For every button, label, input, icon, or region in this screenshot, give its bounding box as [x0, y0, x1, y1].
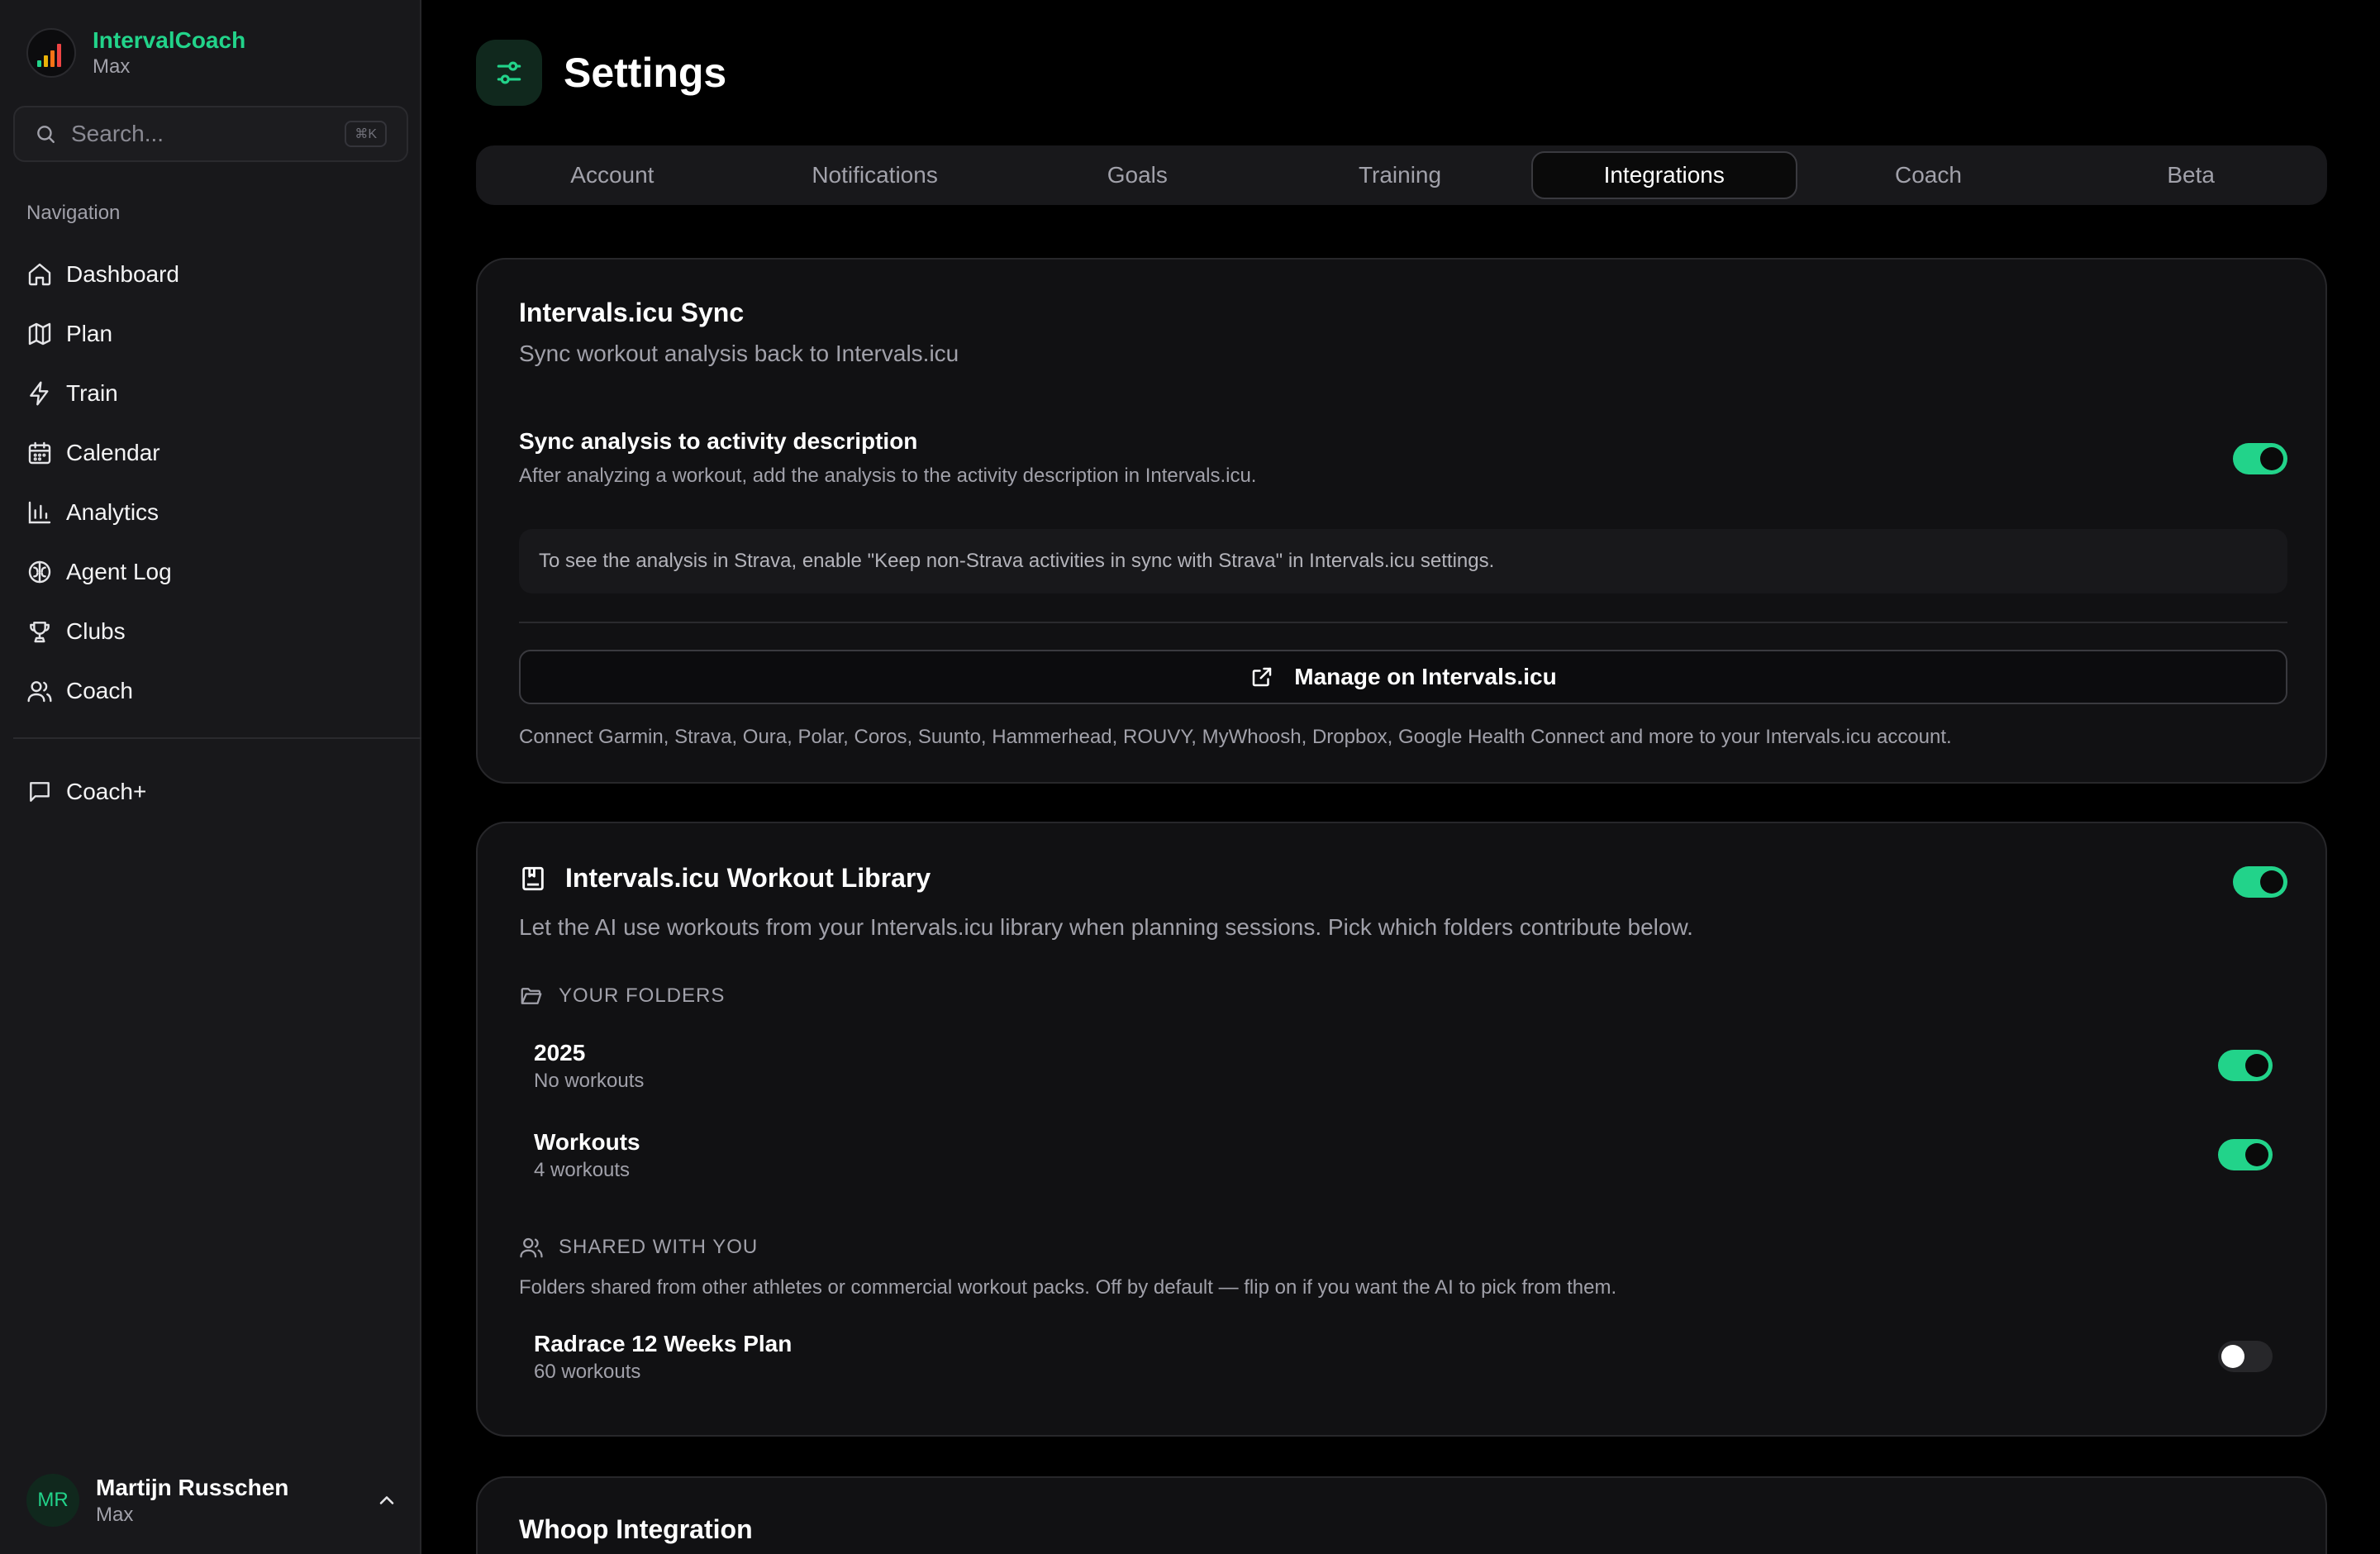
- main-content: Settings Account Notifications Goals Tra…: [423, 0, 2380, 1554]
- sidebar-item-clubs[interactable]: Clubs: [26, 602, 407, 661]
- map-icon: [26, 321, 53, 347]
- calendar-icon: [26, 440, 53, 466]
- page-title: Settings: [564, 50, 727, 96]
- tab-beta[interactable]: Beta: [2059, 151, 2322, 199]
- tab-integrations[interactable]: Integrations: [1530, 151, 1797, 199]
- card-title: Intervals.icu Workout Library: [565, 863, 931, 893]
- brain-icon: [26, 559, 53, 585]
- card-divider: [519, 622, 2287, 623]
- folder-count: No workouts: [534, 1070, 645, 1092]
- manage-intervals-button[interactable]: Manage on Intervals.icu: [519, 650, 2287, 704]
- trophy-icon: [26, 618, 53, 645]
- user-name: Martijn Russchen: [96, 1475, 289, 1500]
- bookmark-book-icon: [519, 865, 547, 893]
- folder-count: 60 workouts: [534, 1361, 641, 1383]
- shared-with-you-label: SHARED WITH YOU: [519, 1235, 758, 1260]
- users-icon: [26, 678, 53, 704]
- folder-open-icon: [519, 984, 544, 1008]
- sidebar-item-label: Agent Log: [66, 559, 172, 584]
- bar-chart-icon: [26, 499, 53, 526]
- sidebar-item-train[interactable]: Train: [26, 364, 407, 423]
- app-subtitle: Max: [93, 55, 131, 78]
- sidebar-item-agent-log[interactable]: Agent Log: [26, 542, 407, 602]
- search-shortcut-badge: ⌘K: [345, 121, 387, 147]
- manage-button-label: Manage on Intervals.icu: [1294, 664, 1557, 689]
- shared-description: Folders shared from other athletes or co…: [519, 1276, 1617, 1299]
- sidebar-item-coach-plus[interactable]: Coach+: [26, 762, 407, 822]
- page-header: Settings: [476, 40, 726, 106]
- nav-section-title: Navigation: [26, 202, 121, 224]
- sidebar: IntervalCoach Max Search... ⌘K Navigatio…: [0, 0, 421, 1554]
- sidebar-item-plan[interactable]: Plan: [26, 304, 407, 364]
- brand[interactable]: IntervalCoach Max: [26, 26, 245, 79]
- folder-count: 4 workouts: [534, 1159, 631, 1181]
- nav-list: Dashboard Plan Train Calendar Analytics: [26, 245, 407, 721]
- app-name: IntervalCoach: [93, 27, 246, 53]
- sidebar-item-analytics[interactable]: Analytics: [26, 483, 407, 542]
- app-logo-icon: [26, 28, 76, 78]
- your-folders-label: YOUR FOLDERS: [519, 984, 725, 1008]
- sidebar-item-label: Dashboard: [66, 261, 179, 287]
- workout-library-toggle[interactable]: [2233, 866, 2287, 898]
- card-description: Sync workout analysis back to Intervals.…: [519, 341, 959, 366]
- bolt-icon: [26, 380, 53, 407]
- sidebar-item-label: Clubs: [66, 618, 126, 644]
- search-placeholder: Search...: [71, 121, 164, 146]
- card-title: Intervals.icu Sync: [519, 298, 745, 327]
- user-subtitle: Max: [96, 1504, 134, 1526]
- home-icon: [26, 261, 53, 288]
- sidebar-divider: [13, 737, 421, 739]
- sidebar-item-label: Coach+: [66, 779, 147, 804]
- sidebar-item-label: Plan: [66, 321, 113, 346]
- tab-notifications[interactable]: Notifications: [744, 151, 1007, 199]
- chevron-up-icon[interactable]: [375, 1489, 398, 1512]
- tab-goals[interactable]: Goals: [1006, 151, 1269, 199]
- sync-setting-title: Sync analysis to activity description: [519, 428, 918, 454]
- user-menu[interactable]: MR Martijn Russchen Max: [26, 1473, 398, 1528]
- sync-setting-description: After analyzing a workout, add the analy…: [519, 465, 1257, 487]
- search-input[interactable]: Search... ⌘K: [13, 106, 408, 162]
- card-title: Whoop Integration: [519, 1514, 753, 1544]
- external-link-icon: [1250, 665, 1274, 689]
- intervals-sync-card: Intervals.icu Sync Sync workout analysis…: [476, 258, 2327, 784]
- sidebar-item-label: Coach: [66, 678, 133, 703]
- users-icon: [519, 1235, 544, 1260]
- message-icon: [26, 779, 53, 805]
- folder-toggle-radrace[interactable]: [2218, 1341, 2273, 1372]
- sidebar-item-dashboard[interactable]: Dashboard: [26, 245, 407, 304]
- tab-coach[interactable]: Coach: [1797, 151, 2060, 199]
- workout-library-card: Intervals.icu Workout Library Let the AI…: [476, 822, 2327, 1437]
- strava-info-note: To see the analysis in Strava, enable "K…: [519, 529, 2287, 593]
- folder-toggle-workouts[interactable]: [2218, 1139, 2273, 1170]
- card-description: Let the AI use workouts from your Interv…: [519, 914, 1693, 940]
- search-icon: [35, 123, 56, 145]
- sidebar-item-calendar[interactable]: Calendar: [26, 423, 407, 483]
- whoop-integration-card: Whoop Integration: [476, 1476, 2327, 1554]
- sidebar-item-label: Analytics: [66, 499, 159, 525]
- folder-name: Radrace 12 Weeks Plan: [534, 1331, 793, 1356]
- folder-name: Workouts: [534, 1129, 640, 1155]
- settings-tabs: Account Notifications Goals Training Int…: [476, 145, 2327, 205]
- sidebar-item-label: Calendar: [66, 440, 160, 465]
- avatar: MR: [26, 1474, 79, 1527]
- tab-account[interactable]: Account: [481, 151, 744, 199]
- sidebar-item-coach[interactable]: Coach: [26, 661, 407, 721]
- connect-services-note: Connect Garmin, Strava, Oura, Polar, Cor…: [519, 726, 1952, 748]
- tab-training[interactable]: Training: [1269, 151, 1531, 199]
- sync-analysis-toggle[interactable]: [2233, 443, 2287, 474]
- folder-name: 2025: [534, 1040, 586, 1065]
- sidebar-item-label: Train: [66, 380, 118, 406]
- folder-toggle-2025[interactable]: [2218, 1050, 2273, 1081]
- settings-sliders-icon: [476, 40, 542, 106]
